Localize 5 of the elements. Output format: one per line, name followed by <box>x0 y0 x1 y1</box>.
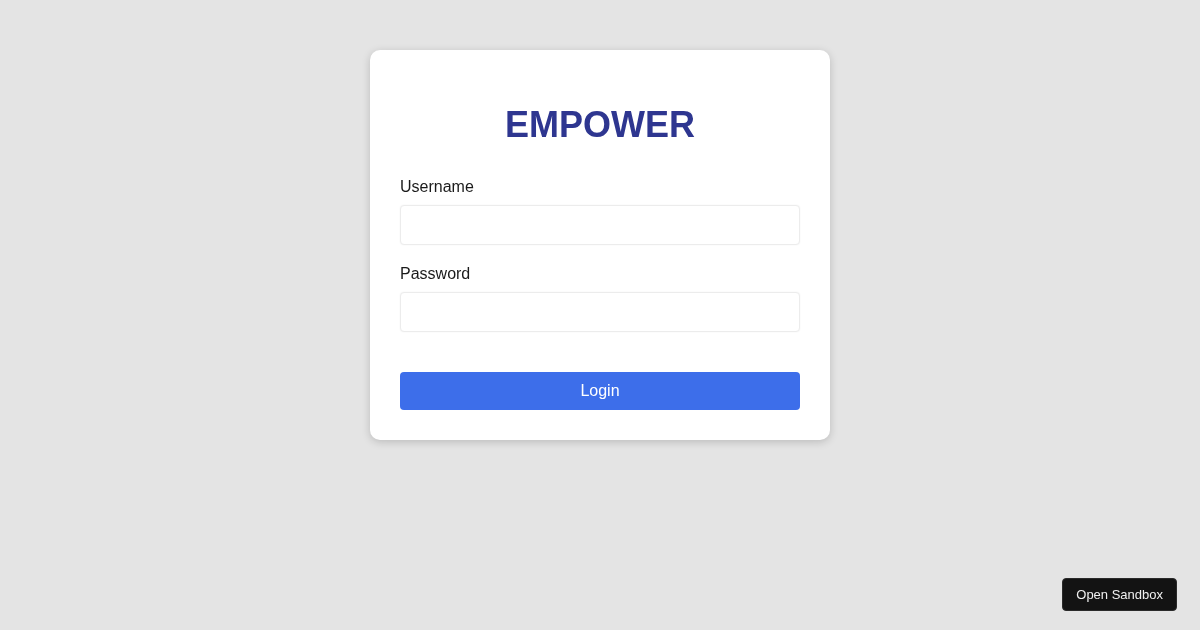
brand-title: EMPOWER <box>505 104 695 146</box>
field-label: Password <box>400 265 471 283</box>
field-label: Username <box>400 178 474 196</box>
login-button[interactable]: Login <box>400 372 800 410</box>
open-sandbox-button[interactable]: Open Sandbox <box>1062 578 1177 611</box>
